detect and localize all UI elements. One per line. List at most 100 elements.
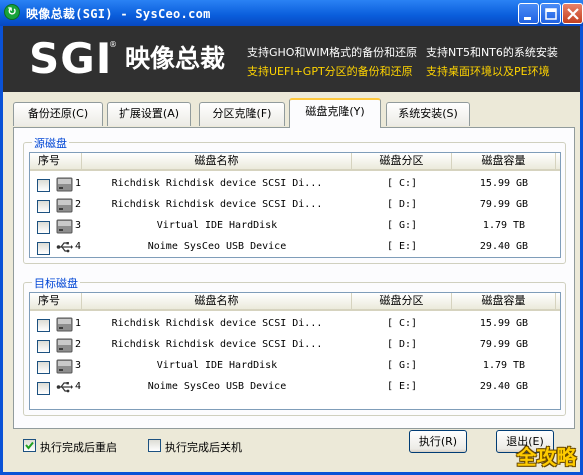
- hard-disk-icon: [56, 358, 74, 375]
- shutdown-after-label: 执行完成后关机: [165, 441, 242, 454]
- disk-name: Noime SysCeo USB Device: [147, 241, 287, 252]
- row-number: 3: [75, 220, 82, 231]
- title-bar[interactable]: ↻ 映像总裁(SGI) - SysCeo.com: [0, 0, 583, 26]
- banner: SGI ® 映像总裁 支持GHO和WIM格式的备份和还原 支持NT5和NT6的系…: [3, 26, 580, 92]
- registered-mark: ®: [109, 40, 117, 49]
- refresh-icon: ↻: [4, 4, 20, 20]
- feature-text: 支持NT5和NT6的系统安装: [426, 46, 558, 59]
- target-disk-title: 目标磁盘: [32, 275, 80, 291]
- source-disk-list[interactable]: 序号 磁盘名称 磁盘分区 磁盘容量 1 Richdisk Richdisk dev…: [29, 152, 561, 258]
- disk-name: Noime SysCeo USB Device: [147, 381, 287, 392]
- column-header-partition[interactable]: 磁盘分区: [352, 293, 452, 309]
- tab-extended-settings[interactable]: 扩展设置(A): [107, 102, 191, 126]
- disk-capacity: 79.99 GB: [479, 339, 529, 350]
- row-number: 4: [75, 241, 82, 252]
- row-checkbox[interactable]: [37, 179, 50, 192]
- disk-capacity: 29.40 GB: [479, 241, 529, 252]
- table-row[interactable]: 2 Richdisk Richdisk device SCSI Di... [ D:…: [30, 335, 560, 356]
- disk-name: Richdisk Richdisk device SCSI Di...: [111, 318, 323, 329]
- disk-capacity: 1.79 TB: [482, 220, 526, 231]
- row-number: 3: [75, 360, 82, 371]
- shutdown-after-checkbox[interactable]: 执行完成后关机: [148, 438, 268, 454]
- minimize-icon: [524, 17, 531, 20]
- client-area: 备份还原(C) 扩展设置(A) 分区克隆(F) 磁盘克隆(Y) 系统安装(S) …: [3, 92, 580, 472]
- row-checkbox[interactable]: [37, 340, 50, 353]
- disk-capacity: 15.99 GB: [479, 178, 529, 189]
- disk-partition: [ D:]: [386, 199, 418, 210]
- target-disk-group: 目标磁盘 序号 磁盘名称 磁盘分区 磁盘容量 1 Richdisk Richdis…: [23, 275, 566, 416]
- column-header-capacity[interactable]: 磁盘容量: [452, 293, 556, 309]
- target-disk-list[interactable]: 序号 磁盘名称 磁盘分区 磁盘容量 1 Richdisk Richdisk dev…: [29, 292, 561, 410]
- reboot-after-label: 执行完成后重启: [40, 441, 117, 454]
- disk-name: Virtual IDE HardDisk: [156, 220, 278, 231]
- disk-clone-panel: 源磁盘 序号 磁盘名称 磁盘分区 磁盘容量 1 Richdisk Richdisk…: [13, 127, 575, 429]
- tab-backup-restore[interactable]: 备份还原(C): [13, 102, 103, 126]
- row-checkbox[interactable]: [37, 382, 50, 395]
- usb-icon: [56, 379, 74, 396]
- checkmark-icon: [25, 441, 34, 450]
- disk-name: Virtual IDE HardDisk: [156, 360, 278, 371]
- source-disk-title: 源磁盘: [32, 135, 69, 151]
- column-header-number[interactable]: 序号: [30, 153, 82, 169]
- disk-capacity: 29.40 GB: [479, 381, 529, 392]
- row-number: 4: [75, 381, 82, 392]
- list-header: 序号 磁盘名称 磁盘分区 磁盘容量: [30, 293, 560, 311]
- table-row[interactable]: 1 Richdisk Richdisk device SCSI Di... [ C:…: [30, 314, 560, 335]
- table-row[interactable]: 1 Richdisk Richdisk device SCSI Di... [ C:…: [30, 174, 560, 195]
- logo-sgi: SGI: [29, 34, 113, 83]
- row-checkbox[interactable]: [37, 221, 50, 234]
- column-header-number[interactable]: 序号: [30, 293, 82, 309]
- column-header-disk-name[interactable]: 磁盘名称: [82, 153, 352, 169]
- row-number: 2: [75, 199, 82, 210]
- checkbox-box[interactable]: [23, 439, 36, 452]
- disk-partition: [ G:]: [386, 220, 418, 231]
- table-row[interactable]: 3 Virtual IDE HardDisk [ G:] 1.79 TB: [30, 216, 560, 237]
- table-row[interactable]: 4 Noime SysCeo USB Device [ E:] 29.40 GB: [30, 237, 560, 257]
- tab-disk-clone[interactable]: 磁盘克隆(Y): [289, 98, 381, 128]
- tab-partition-clone[interactable]: 分区克隆(F): [199, 102, 285, 126]
- column-header-partition[interactable]: 磁盘分区: [352, 153, 452, 169]
- feature-text: 支持UEFI+GPT分区的备份和还原: [247, 65, 413, 78]
- disk-partition: [ C:]: [386, 318, 418, 329]
- row-checkbox[interactable]: [37, 200, 50, 213]
- maximize-button[interactable]: [540, 3, 561, 24]
- disk-partition: [ G:]: [386, 360, 418, 371]
- app-window: ↻ 映像总裁(SGI) - SysCeo.com SGI ® 映像总裁 支持GH…: [0, 0, 583, 475]
- table-row[interactable]: 3 Virtual IDE HardDisk [ G:] 1.79 TB: [30, 356, 560, 377]
- watermark: 全攻略: [516, 445, 577, 469]
- minimize-button[interactable]: [518, 3, 539, 24]
- row-number: 1: [75, 178, 82, 189]
- hard-disk-icon: [56, 337, 74, 354]
- row-checkbox[interactable]: [37, 361, 50, 374]
- table-row[interactable]: 4 Noime SysCeo USB Device [ E:] 29.40 GB: [30, 377, 560, 398]
- hard-disk-icon: [56, 218, 74, 235]
- feature-text: 支持桌面环境以及PE环境: [426, 65, 550, 78]
- reboot-after-checkbox[interactable]: 执行完成后重启: [23, 438, 143, 454]
- disk-capacity: 15.99 GB: [479, 318, 529, 329]
- checkbox-box[interactable]: [148, 439, 161, 452]
- execute-button[interactable]: 执行(R): [409, 430, 467, 453]
- column-header-capacity[interactable]: 磁盘容量: [452, 153, 556, 169]
- usb-icon: [56, 239, 74, 256]
- disk-partition: [ C:]: [386, 178, 418, 189]
- tab-system-install[interactable]: 系统安装(S): [386, 102, 470, 126]
- row-checkbox[interactable]: [37, 319, 50, 332]
- column-header-disk-name[interactable]: 磁盘名称: [82, 293, 352, 309]
- window-title: 映像总裁(SGI) - SysCeo.com: [26, 7, 211, 21]
- hard-disk-icon: [56, 176, 74, 193]
- logo-product-name: 映像总裁: [125, 44, 226, 73]
- disk-capacity: 1.79 TB: [482, 360, 526, 371]
- row-number: 2: [75, 339, 82, 350]
- maximize-icon: [545, 8, 557, 20]
- close-icon: [567, 8, 579, 20]
- row-checkbox[interactable]: [37, 242, 50, 255]
- disk-partition: [ D:]: [386, 339, 418, 350]
- table-row[interactable]: 2 Richdisk Richdisk device SCSI Di... [ D:…: [30, 195, 560, 216]
- row-number: 1: [75, 318, 82, 329]
- close-button[interactable]: [562, 3, 583, 24]
- disk-name: Richdisk Richdisk device SCSI Di...: [111, 178, 323, 189]
- disk-capacity: 79.99 GB: [479, 199, 529, 210]
- source-disk-group: 源磁盘 序号 磁盘名称 磁盘分区 磁盘容量 1 Richdisk Richdisk…: [23, 135, 566, 264]
- disk-name: Richdisk Richdisk device SCSI Di...: [111, 339, 323, 350]
- hard-disk-icon: [56, 316, 74, 333]
